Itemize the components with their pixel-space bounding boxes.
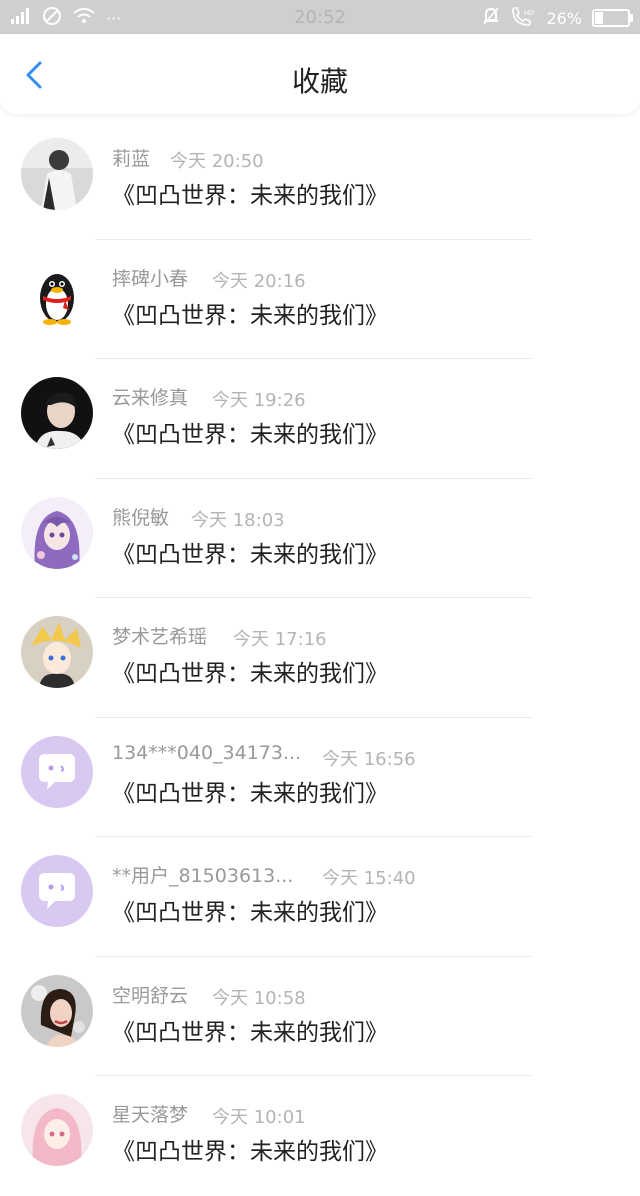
timestamp: 今天 16:56 (322, 748, 416, 770)
message-text: 《凹凸世界：未来的我们》 (112, 661, 388, 687)
status-bar: ··· 20:52 HD 26% (0, 0, 640, 34)
list-item[interactable]: **用户_81503613... 今天 15:40 《凹凸世界：未来的我们》 (0, 837, 640, 957)
list-item[interactable]: 熊倪敏 今天 18:03 《凹凸世界：未来的我们》 (0, 479, 640, 598)
anime-blonde-avatar (21, 616, 93, 688)
timestamp: 今天 19:26 (212, 390, 306, 411)
battery-icon (592, 9, 633, 27)
sender-name: 云来修真 (112, 387, 189, 409)
timestamp: 今天 20:50 (170, 151, 264, 172)
list-item[interactable]: 梦术艺希瑶 今天 17:16 《凹凸世界：未来的我们》 (0, 598, 640, 718)
list-item[interactable]: 134***040_34173... 今天 16:56 《凹凸世界：未来的我们》 (0, 718, 640, 837)
timestamp: 今天 10:58 (212, 987, 306, 1009)
status-right: HD 26% (482, 6, 633, 30)
message-text: 《凹凸世界：未来的我们》 (112, 183, 388, 209)
message-text: 《凹凸世界：未来的我们》 (112, 900, 388, 926)
message-text: 《凹凸世界：未来的我们》 (112, 1139, 388, 1165)
list-item[interactable]: 空明舒云 今天 10:58 《凹凸世界：未来的我们》 (0, 957, 640, 1076)
message-text: 《凹凸世界：未来的我们》 (112, 1019, 388, 1046)
header: 收藏 (0, 34, 640, 114)
hd-call-icon: HD (510, 6, 536, 30)
message-text: 《凹凸世界：未来的我们》 (112, 422, 388, 448)
sender-name: 134***040_34173... (112, 741, 302, 764)
message-text: 《凹凸世界：未来的我们》 (112, 541, 388, 568)
photo-girl-avatar (21, 138, 93, 210)
timestamp: 今天 18:03 (191, 509, 285, 531)
timestamp: 今天 20:16 (212, 270, 306, 292)
message-text: 《凹凸世界：未来的我们》 (112, 780, 388, 807)
battery-fill (595, 12, 603, 24)
sender-name: 星天落梦 (112, 1104, 189, 1126)
page-title: 收藏 (291, 65, 348, 98)
default-chat-avatar (21, 855, 93, 927)
message-text: 《凹凸世界：未来的我们》 (112, 302, 388, 329)
anime-purple-avatar (21, 496, 93, 569)
battery-percent: 26% (546, 8, 582, 28)
list-item[interactable]: 莉蓝 今天 20:50 《凹凸世界：未来的我们》 (0, 120, 640, 240)
sender-name: 梦术艺希瑶 (112, 626, 208, 648)
photo-woman-avatar (21, 974, 93, 1047)
sender-name: **用户_81503613... (112, 865, 294, 887)
timestamp: 今天 15:40 (322, 868, 416, 889)
anime-pink-avatar (21, 1094, 93, 1166)
timestamp: 今天 17:16 (233, 629, 327, 650)
list-item[interactable]: 摔碑小春 今天 20:16 《凹凸世界：未来的我们》 (0, 240, 640, 359)
sender-name: 空明舒云 (112, 984, 189, 1007)
svg-text:HD: HD (524, 10, 534, 17)
photo-boy-avatar (21, 377, 93, 449)
penguin-avatar (21, 257, 93, 330)
default-chat-avatar (21, 735, 93, 808)
timestamp: 今天 10:01 (212, 1107, 306, 1128)
sender-name: 莉蓝 (112, 148, 151, 170)
list-item[interactable]: 云来修真 今天 19:26 《凹凸世界：未来的我们》 (0, 359, 640, 479)
bell-muted-icon (482, 6, 500, 30)
sender-name: 熊倪敏 (112, 506, 170, 529)
sender-name: 摔碑小春 (112, 267, 189, 290)
favorites-list: 莉蓝 今天 20:50 《凹凸世界：未来的我们》 摔碑小春 今天 20:16 《… (0, 120, 640, 1196)
list-item[interactable]: 星天落梦 今天 10:01 《凹凸世界：未来的我们》 (0, 1076, 640, 1196)
